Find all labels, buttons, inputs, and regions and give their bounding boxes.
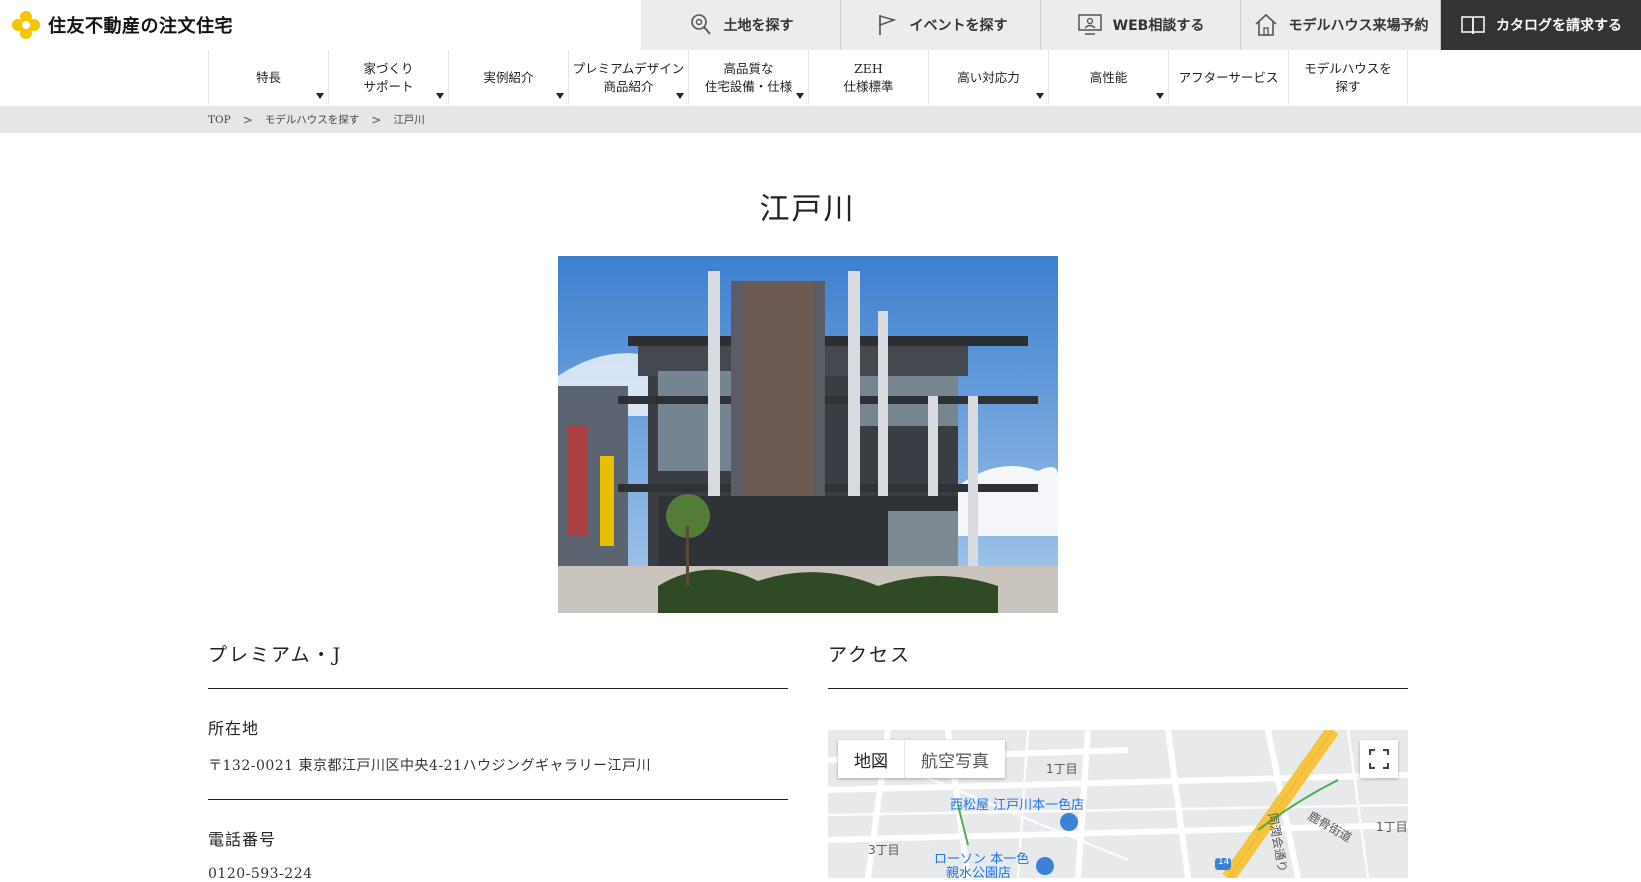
chevron-right-icon: >: [242, 112, 253, 127]
nav-flexibility-label: 高い対応力: [957, 69, 1020, 85]
map-label-chome3: 3丁目: [868, 843, 900, 857]
access-heading: アクセス: [828, 640, 1408, 689]
map-label-chome1: 1丁目: [1046, 762, 1078, 776]
map-label-store[interactable]: 西松屋 江戸川本一色店: [950, 794, 1084, 813]
model-house-photo: [558, 256, 1058, 613]
nav-equipment-label: 高品質な 住宅設備・仕様: [704, 60, 793, 94]
caret-down-icon: [1036, 93, 1044, 99]
map-pin-search-icon: [690, 14, 711, 35]
monitor-person-icon: [1077, 14, 1102, 35]
phone-label: 電話番号: [208, 830, 277, 849]
house-photo-illustration: [558, 256, 1058, 613]
nav-equipment[interactable]: 高品質な 住宅設備・仕様: [688, 50, 808, 105]
fullscreen-icon: [1369, 749, 1389, 769]
nav-performance-label: 高性能: [1089, 69, 1128, 85]
map-type-tabs: 地図 航空写真: [838, 740, 1005, 778]
main-nav: 特長 家づくり サポート 実例紹介 プレミアムデザイン 商品紹介 高品質な 住宅…: [208, 50, 1408, 105]
caret-down-icon: [796, 93, 804, 99]
nav-model-house-label: モデルハウスを 探す: [1304, 60, 1392, 94]
chevron-right-icon: >: [371, 112, 382, 127]
book-icon: [1461, 16, 1485, 35]
caret-down-icon: [556, 93, 564, 99]
top-links: 土地を探す イベントを探す WEB相談する モデルハウス来場予約 カタログを請求…: [641, 0, 1641, 50]
page-title: 江戸川: [759, 192, 856, 227]
caret-down-icon: [436, 93, 444, 99]
request-catalog-label: カタログを請求する: [1496, 18, 1622, 34]
map-label-chome1-b: 1丁目: [1376, 820, 1408, 834]
breadcrumb-current: 江戸川: [393, 114, 425, 126]
nav-zeh[interactable]: ZEH 仕様標準: [808, 50, 928, 105]
nav-after-service[interactable]: アフターサービス: [1168, 50, 1288, 105]
nav-model-house[interactable]: モデルハウスを 探す: [1288, 50, 1408, 105]
address-label: 所在地: [208, 719, 260, 738]
nav-after-service-label: アフターサービス: [1178, 69, 1279, 85]
nav-features-label: 特長: [255, 69, 281, 85]
top-bar: 住友不動産の注文住宅 土地を探す イベントを探す WEB相談する モデルハウス来…: [0, 0, 1641, 50]
nav-flexibility[interactable]: 高い対応力: [928, 50, 1048, 105]
divider: [208, 799, 788, 800]
model-house-reserve-label: モデルハウス来場予約: [1288, 18, 1429, 34]
flower-logo-icon: [12, 11, 40, 39]
map-label-lawson-2: 親水公園店: [946, 866, 1012, 878]
find-event-button[interactable]: イベントを探す: [841, 0, 1041, 50]
nav-features[interactable]: 特長: [208, 50, 328, 105]
flag-icon: [878, 15, 896, 35]
map-tab-map[interactable]: 地図: [838, 740, 904, 778]
address-value: 〒132-0021 東京都江戸川区中央4-21ハウジングギャラリー江戸川: [208, 758, 651, 774]
phone-value[interactable]: 0120-593-224: [208, 866, 788, 882]
find-land-label: 土地を探す: [723, 18, 794, 34]
access-section: アクセス: [828, 640, 1408, 689]
brand-name: 住友不動産の注文住宅: [48, 16, 233, 37]
nav-support-label: 家づくり サポート: [363, 60, 414, 94]
breadcrumb-top[interactable]: TOP: [208, 114, 231, 126]
web-consult-button[interactable]: WEB相談する: [1041, 0, 1241, 50]
caret-down-icon: [1156, 93, 1164, 99]
model-house-reserve-button[interactable]: モデルハウス来場予約: [1241, 0, 1441, 50]
request-catalog-button[interactable]: カタログを請求する: [1441, 0, 1641, 50]
house-icon: [1254, 13, 1277, 36]
brand-logo[interactable]: 住友不動産の注文住宅: [10, 9, 233, 41]
caret-down-icon: [316, 93, 324, 99]
fullscreen-button[interactable]: [1360, 740, 1398, 778]
caret-down-icon: [676, 93, 684, 99]
nav-performance[interactable]: 高性能: [1048, 50, 1168, 105]
model-info: プレミアム・J 所在地 〒132-0021 東京都江戸川区中央4-21ハウジング…: [208, 640, 788, 882]
nav-premium-design-label: プレミアムデザイン 商品紹介: [572, 60, 685, 94]
nav-examples[interactable]: 実例紹介: [448, 50, 568, 105]
access-map[interactable]: 地図 航空写真 1丁目 西松屋 江戸川本一色店 3丁目 ローソン 本一色 親水公…: [828, 730, 1408, 878]
nav-zeh-label: ZEH 仕様標準: [843, 60, 894, 94]
find-event-label: イベントを探す: [909, 18, 1008, 34]
model-name: プレミアム・J: [208, 640, 788, 689]
nav-support[interactable]: 家づくり サポート: [328, 50, 448, 105]
nav-examples-label: 実例紹介: [483, 69, 534, 85]
nav-premium-design[interactable]: プレミアムデザイン 商品紹介: [568, 50, 688, 105]
web-consult-label: WEB相談する: [1112, 18, 1205, 34]
map-label-route: 14: [1218, 857, 1230, 867]
breadcrumb: TOP > モデルハウスを探す > 江戸川: [0, 106, 1641, 133]
map-tab-satellite[interactable]: 航空写真: [904, 740, 1005, 778]
find-land-button[interactable]: 土地を探す: [641, 0, 841, 50]
breadcrumb-model-house[interactable]: モデルハウスを探す: [265, 112, 360, 127]
